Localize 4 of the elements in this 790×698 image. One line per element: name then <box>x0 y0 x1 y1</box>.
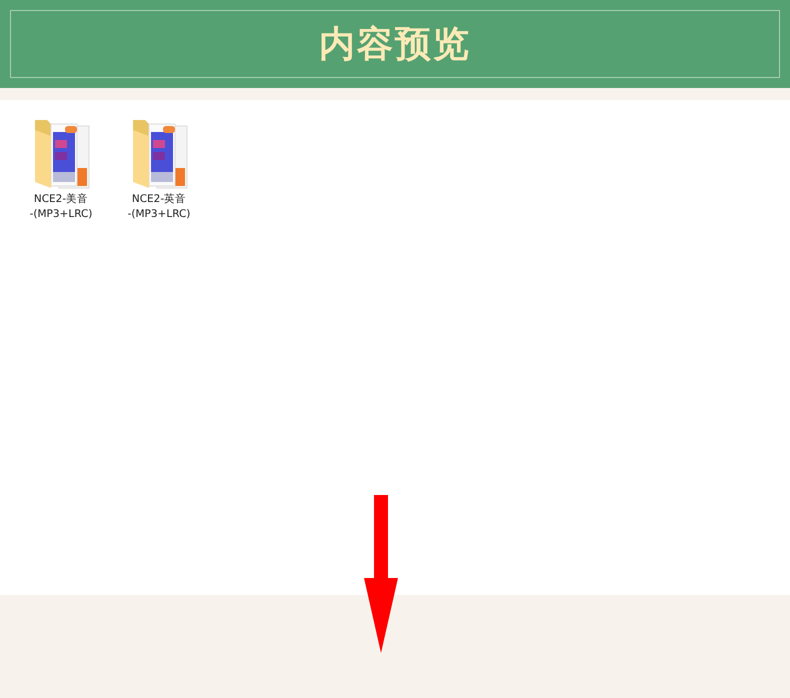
down-arrow-icon <box>364 495 398 653</box>
folder-name: NCE2-英音 -(MP3+LRC) <box>128 192 190 222</box>
folder-name: NCE2-美音 -(MP3+LRC) <box>30 192 92 222</box>
page-title: 内容预览 <box>319 22 471 67</box>
